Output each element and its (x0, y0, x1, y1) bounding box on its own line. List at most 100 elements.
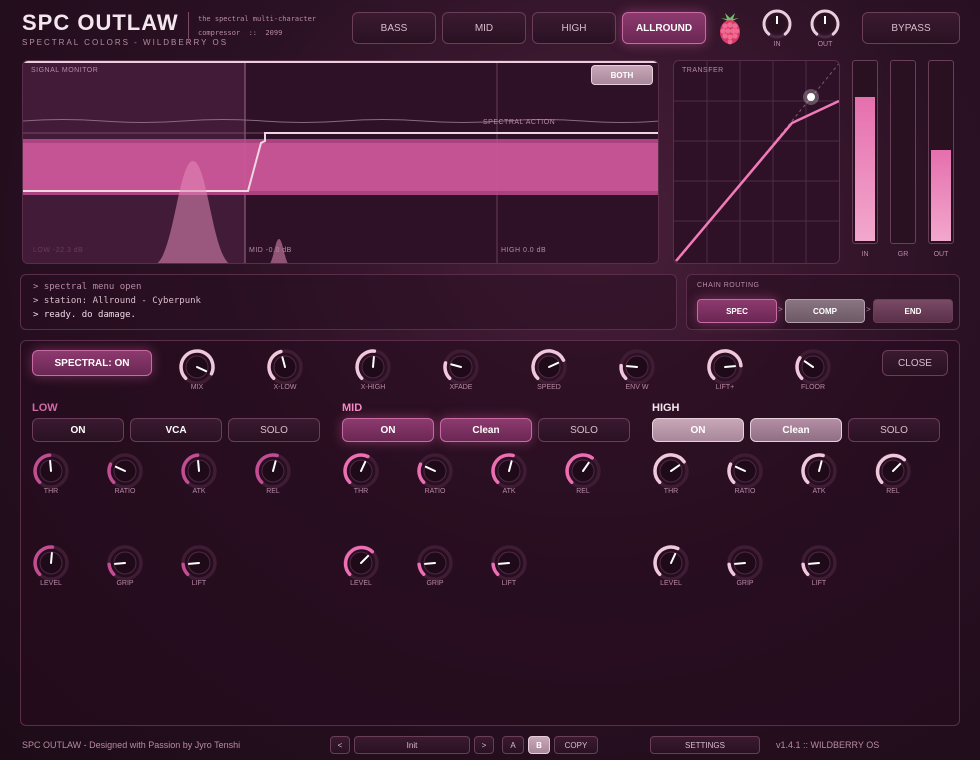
spectral-knob-xfade[interactable] (442, 348, 480, 386)
band-low-title: LOW (32, 402, 58, 414)
copy-button[interactable]: COPY (554, 736, 598, 754)
spectral-panel (20, 340, 960, 726)
spectral-knob-lift--label: LIFT+ (715, 384, 735, 391)
bypass-button[interactable]: BYPASS (862, 12, 960, 44)
mode-button-allround[interactable]: ALLROUND (622, 12, 706, 44)
spectral-knob-speed-label: SPEED (537, 384, 561, 391)
chain-routing-panel: CHAIN ROUTING SPEC > COMP > END (686, 274, 960, 330)
mid-knob-thr-label: THR (353, 488, 369, 495)
chain-comp-button[interactable]: COMP (785, 299, 865, 323)
mid-on-button[interactable]: ON (342, 418, 434, 442)
high-mode-button[interactable]: Clean (750, 418, 842, 442)
band-mid-readout: MID -0.0 dB (249, 247, 292, 254)
mid-knob-level[interactable] (342, 544, 380, 582)
spectral-knob-env-w-label: ENV W (625, 384, 649, 391)
signal-monitor-graph (23, 61, 658, 263)
close-button[interactable]: CLOSE (882, 350, 948, 376)
high-knob-level-label: LEVEL (660, 580, 682, 587)
preset-prev-button[interactable]: < (330, 736, 350, 754)
band-high-readout: HIGH 0.0 dB (501, 247, 547, 254)
spectral-knob-x-low[interactable] (266, 348, 304, 386)
slot-b-button[interactable]: B (528, 736, 550, 754)
high-knob-thr[interactable] (652, 452, 690, 490)
input-meter-fill (855, 97, 875, 241)
low-knob-ratio-label: RATIO (114, 488, 136, 495)
settings-button[interactable]: SETTINGS (650, 736, 760, 754)
mid-knob-rel[interactable] (564, 452, 602, 490)
output-gain-knob[interactable] (810, 9, 840, 39)
spectral-knob-x-high-label: X-HIGH (360, 384, 386, 391)
low-knob-thr-label: THR (43, 488, 59, 495)
high-knob-lift[interactable] (800, 544, 838, 582)
signal-monitor-label: SIGNAL MONITOR (31, 67, 99, 74)
signal-monitor: SIGNAL MONITOR SPECTRAL ACTION LOW -22.3… (22, 60, 659, 264)
low-knob-lift[interactable] (180, 544, 218, 582)
console-line: > spectral menu open (33, 282, 142, 292)
low-knob-thr[interactable] (32, 452, 70, 490)
mode-button-mid[interactable]: MID (442, 12, 526, 44)
high-knob-ratio-label: RATIO (734, 488, 756, 495)
spectral-knob-mix[interactable] (178, 348, 216, 386)
mode-button-high[interactable]: HIGH (532, 12, 616, 44)
spectral-knob-speed[interactable] (530, 348, 568, 386)
high-solo-button[interactable]: SOLO (848, 418, 940, 442)
band-mid-title: MID (342, 402, 363, 414)
chain-spec-button[interactable]: SPEC (697, 299, 777, 323)
low-knob-rel[interactable] (254, 452, 292, 490)
transfer-label: TRANSFER (682, 67, 724, 74)
gain-reduction-meter (890, 60, 916, 244)
spectral-toggle-button[interactable]: SPECTRAL: ON (32, 350, 152, 376)
input-meter (852, 60, 878, 244)
mid-knob-grip[interactable] (416, 544, 454, 582)
mid-knob-lift[interactable] (490, 544, 528, 582)
low-on-button[interactable]: ON (32, 418, 124, 442)
low-knob-grip[interactable] (106, 544, 144, 582)
mid-knob-ratio[interactable] (416, 452, 454, 490)
mid-knob-thr[interactable] (342, 452, 380, 490)
low-knob-level-label: LEVEL (40, 580, 62, 587)
low-knob-level[interactable] (32, 544, 70, 582)
mid-knob-lift-label: LIFT (501, 580, 517, 587)
preset-next-button[interactable]: > (474, 736, 494, 754)
mid-mode-button[interactable]: Clean (440, 418, 532, 442)
mode-button-bass[interactable]: BASS (352, 12, 436, 44)
low-solo-button[interactable]: SOLO (228, 418, 320, 442)
slot-a-button[interactable]: A (502, 736, 524, 754)
output-meter-label: OUT (933, 251, 949, 258)
app-title: SPC OUTLAW (22, 10, 179, 35)
spectral-knob-floor[interactable] (794, 348, 832, 386)
mid-solo-button[interactable]: SOLO (538, 418, 630, 442)
high-knob-level[interactable] (652, 544, 690, 582)
band-low-readout: LOW -22.3 dB (33, 247, 84, 254)
input-gain-knob[interactable] (762, 9, 792, 39)
spectral-knob-lift-[interactable] (706, 348, 744, 386)
raspberry-icon (720, 13, 740, 45)
high-on-button[interactable]: ON (652, 418, 744, 442)
high-knob-atk-label: ATK (812, 488, 826, 495)
high-knob-rel-label: REL (886, 488, 900, 495)
high-knob-rel[interactable] (874, 452, 912, 490)
transfer-panel: TRANSFER (673, 60, 840, 264)
low-knob-atk[interactable] (180, 452, 218, 490)
chain-end-button[interactable]: END (873, 299, 953, 323)
input-meter-label: IN (861, 251, 869, 258)
high-knob-thr-label: THR (663, 488, 679, 495)
low-mode-button[interactable]: VCA (130, 418, 222, 442)
chain-routing-label: CHAIN ROUTING (697, 282, 760, 289)
both-button[interactable]: BOTH (591, 65, 653, 85)
output-meter-fill (931, 150, 951, 241)
mid-knob-atk-label: ATK (502, 488, 516, 495)
low-knob-lift-label: LIFT (191, 580, 207, 587)
high-knob-ratio[interactable] (726, 452, 764, 490)
spectral-knob-x-high[interactable] (354, 348, 392, 386)
mid-knob-atk[interactable] (490, 452, 528, 490)
console-panel: > spectral menu open > station: Allround… (20, 274, 677, 330)
high-knob-grip[interactable] (726, 544, 764, 582)
chain-arrow-icon: > (778, 305, 783, 314)
low-knob-ratio[interactable] (106, 452, 144, 490)
high-knob-atk[interactable] (800, 452, 838, 490)
spectral-knob-xfade-label: XFADE (449, 384, 473, 391)
mid-knob-rel-label: REL (576, 488, 590, 495)
preset-name-field[interactable]: Init (354, 736, 470, 754)
spectral-knob-env-w[interactable] (618, 348, 656, 386)
